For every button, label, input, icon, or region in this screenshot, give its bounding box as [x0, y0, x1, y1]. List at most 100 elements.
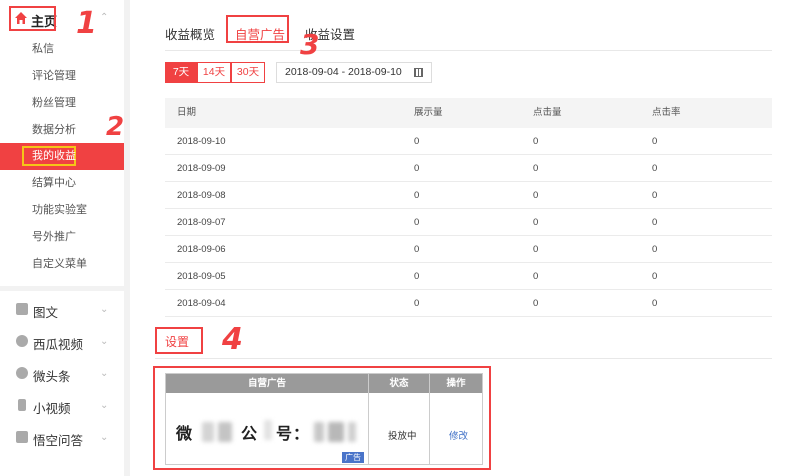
- cell-impressions: 0: [414, 217, 420, 228]
- sidebar-item-earnings[interactable]: 我的收益: [0, 143, 124, 170]
- ad-status: 投放中: [388, 431, 417, 442]
- date-range-value: 2018-09-04 - 2018-09-10: [285, 66, 402, 78]
- cell-ctr: 0: [652, 244, 658, 255]
- cell-clicks: 0: [533, 136, 539, 147]
- blurred-text: [264, 420, 272, 440]
- cell-ctr: 0: [652, 163, 658, 174]
- cell-date: 2018-09-07: [177, 217, 226, 228]
- chevron-down-icon: ⌄: [100, 304, 109, 315]
- cell-impressions: 0: [414, 163, 420, 174]
- sidebar-item-lab[interactable]: 功能实验室: [0, 197, 124, 224]
- range-7-days-button[interactable]: 7天: [165, 62, 197, 83]
- column-header-impressions: 展示量: [414, 107, 443, 118]
- sidebar-section-wukong-qa[interactable]: 悟空问答 ⌄: [0, 421, 124, 453]
- sidebar-section-short-video[interactable]: 小视频 ⌄: [0, 389, 124, 421]
- cell-clicks: 0: [533, 163, 539, 174]
- cell-ctr: 0: [652, 298, 658, 309]
- ad-table-header: 自营广告 状态 操作: [166, 374, 482, 393]
- sidebar-item-label: 号外推广: [32, 231, 76, 243]
- sidebar-main-panel: 主页 ⌃ 私信 评论管理 粉丝管理 数据分析 我的收益 结算中心 功能实验室 号…: [0, 0, 124, 286]
- cell-date: 2018-09-04: [177, 298, 226, 309]
- blurred-text: [314, 422, 324, 442]
- chevron-down-icon: ⌄: [100, 432, 109, 443]
- cell-date: 2018-09-09: [177, 163, 226, 174]
- chevron-down-icon: ⌄: [100, 400, 109, 411]
- cell-impressions: 0: [414, 298, 420, 309]
- annotation-number: 1: [76, 6, 97, 41]
- sidebar-home[interactable]: 主页 ⌃: [0, 0, 124, 36]
- sidebar-item-custom-menu[interactable]: 自定义菜单: [0, 251, 124, 278]
- edit-ad-link[interactable]: 修改: [449, 428, 468, 442]
- sidebar-section-xigua-video[interactable]: 西瓜视频 ⌄: [0, 325, 124, 357]
- cell-impressions: 0: [414, 271, 420, 282]
- table-row: 2018-09-05 0 0 0: [165, 263, 772, 290]
- sidebar-item-label: 功能实验室: [32, 204, 87, 216]
- annotation-number: 3: [300, 28, 320, 61]
- table-row: 2018-09-07 0 0 0: [165, 209, 772, 236]
- column-header-date: 日期: [177, 107, 197, 118]
- table-row: 2018-09-06 0 0 0: [165, 236, 772, 263]
- chevron-down-icon: ⌄: [100, 336, 109, 347]
- cell-clicks: 0: [533, 190, 539, 201]
- ad-table-divider: [429, 374, 430, 464]
- column-header-status: 状态: [389, 378, 409, 389]
- cell-impressions: 0: [414, 136, 420, 147]
- column-header-ctr: 点击率: [652, 107, 681, 118]
- blurred-text: [348, 422, 356, 442]
- sidebar-item-label: 结算中心: [32, 177, 76, 189]
- table-row: 2018-09-04 0 0 0: [165, 290, 772, 317]
- chevron-up-icon[interactable]: ⌃: [100, 13, 110, 23]
- tiktok-icon: [18, 399, 26, 411]
- annotation-number: 2: [106, 112, 125, 142]
- sidebar-item-promotion[interactable]: 号外推广: [0, 224, 124, 251]
- ad-badge: 广告: [342, 452, 364, 463]
- sidebar-item-settlement[interactable]: 结算中心: [0, 170, 124, 197]
- sidebar-item-label: 自定义菜单: [32, 258, 87, 270]
- column-header-clicks: 点击量: [533, 107, 562, 118]
- cell-date: 2018-09-06: [177, 244, 226, 255]
- date-range-picker[interactable]: 2018-09-04 - 2018-09-10: [276, 62, 432, 83]
- blurred-text: [218, 422, 232, 442]
- annotation-box-self-ads-tab: [226, 15, 289, 43]
- sidebar-section-micro-headline[interactable]: 微头条 ⌄: [0, 357, 124, 389]
- sidebar-section-label: 悟空问答: [33, 434, 84, 448]
- stats-table-header: 日期 展示量 点击量 点击率: [165, 98, 772, 128]
- cell-impressions: 0: [414, 244, 420, 255]
- article-icon: [16, 303, 28, 315]
- sidebar-section-label: 图文: [33, 306, 59, 320]
- sidebar-section-articles[interactable]: 图文 ⌄: [0, 293, 124, 325]
- sidebar-item-comments[interactable]: 评论管理: [0, 63, 124, 90]
- annotation-box-settings: [155, 327, 203, 354]
- cell-date: 2018-09-05: [177, 271, 226, 282]
- sidebar-section-label: 微头条: [33, 370, 71, 384]
- cell-clicks: 0: [533, 271, 539, 282]
- sidebar-sections-panel: 图文 ⌄ 西瓜视频 ⌄ 微头条 ⌄ 小视频 ⌄ 悟空问答 ⌄: [0, 291, 124, 476]
- range-14-days-button[interactable]: 14天: [197, 62, 231, 83]
- tabs-divider: [165, 50, 772, 51]
- sidebar: 主页 ⌃ 私信 评论管理 粉丝管理 数据分析 我的收益 结算中心 功能实验室 号…: [0, 0, 124, 476]
- chat-icon: [16, 367, 28, 379]
- range-30-days-button[interactable]: 30天: [231, 62, 265, 83]
- sidebar-section-label: 小视频: [33, 402, 71, 416]
- ad-text-fragment: 微: [176, 426, 194, 443]
- sidebar-section-label: 西瓜视频: [33, 338, 84, 352]
- sidebar-item-label: 粉丝管理: [32, 97, 76, 109]
- ad-text-fragment: 号：: [276, 426, 311, 443]
- cell-ctr: 0: [652, 217, 658, 228]
- cell-date: 2018-09-10: [177, 136, 226, 147]
- ad-text-fragment: 公: [241, 426, 259, 443]
- sidebar-item-messages[interactable]: 私信: [0, 36, 124, 63]
- tab-earnings-overview[interactable]: 收益概览: [165, 24, 215, 43]
- qa-icon: [16, 431, 28, 443]
- cell-date: 2018-09-08: [177, 190, 226, 201]
- cell-impressions: 0: [414, 190, 420, 201]
- ad-table: 自营广告 状态 操作 微 公 号： 广告 投放中 修改: [165, 373, 483, 465]
- sidebar-item-label: 我的收益: [32, 150, 76, 162]
- cell-ctr: 0: [652, 271, 658, 282]
- annotation-box-home: [9, 6, 56, 31]
- cell-ctr: 0: [652, 190, 658, 201]
- column-header-self-ad: 自营广告: [247, 378, 286, 389]
- table-row: 2018-09-08 0 0 0: [165, 182, 772, 209]
- cell-clicks: 0: [533, 217, 539, 228]
- chevron-down-icon: ⌄: [100, 368, 109, 379]
